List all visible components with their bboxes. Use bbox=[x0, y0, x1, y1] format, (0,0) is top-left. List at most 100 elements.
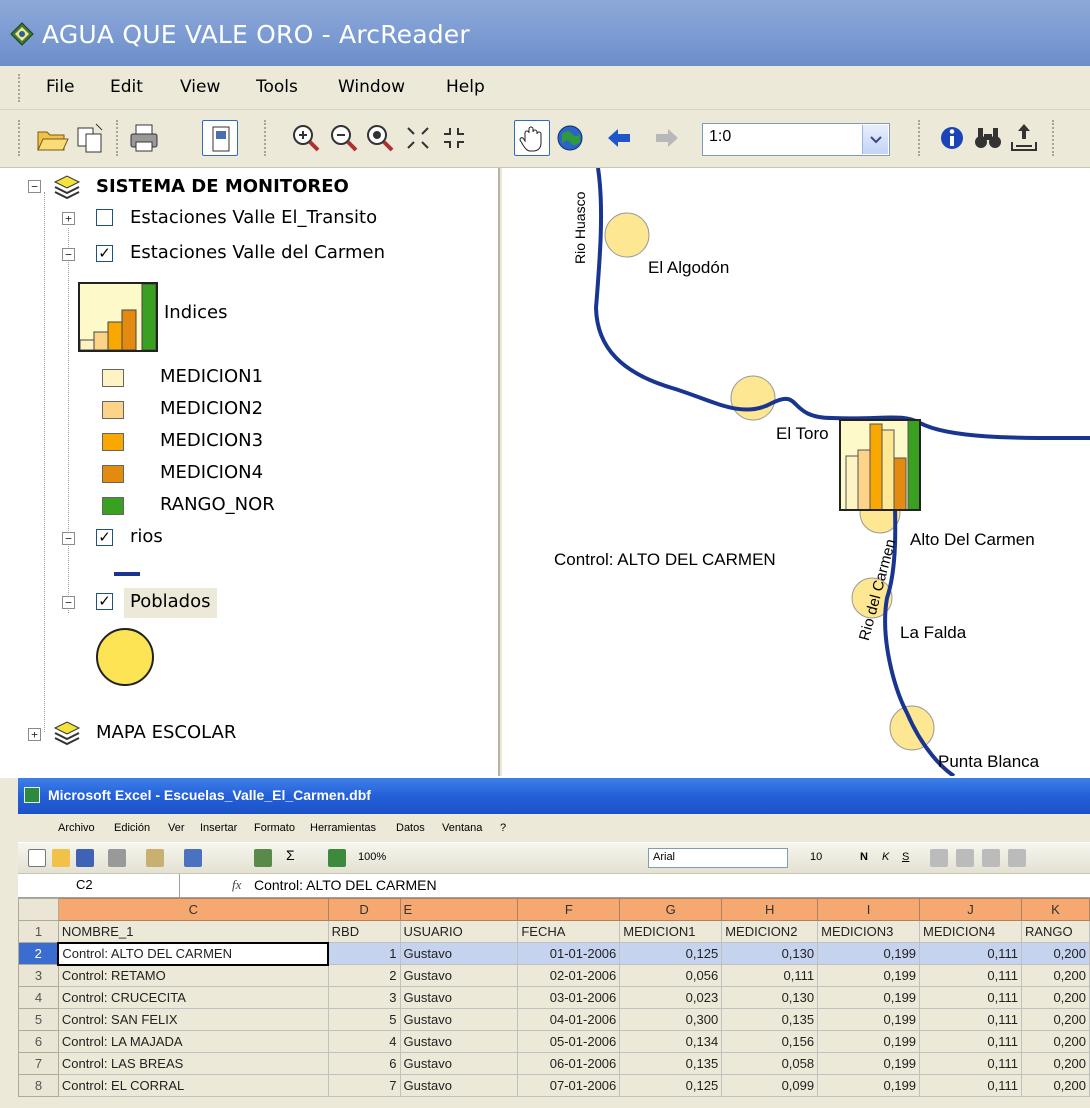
print-icon[interactable] bbox=[108, 849, 126, 867]
table-cell[interactable]: 0,111 bbox=[919, 1008, 1022, 1031]
table-cell[interactable]: 05-01-2006 bbox=[517, 1030, 621, 1053]
toc-root-label[interactable]: SISTEMA DE MONITOREO bbox=[96, 176, 349, 197]
formula-input[interactable]: Control: ALTO DEL CARMEN bbox=[254, 877, 437, 893]
table-cell[interactable]: Gustavo bbox=[399, 964, 519, 987]
table-cell[interactable]: 0,099 bbox=[721, 1074, 819, 1097]
zoom-full-icon[interactable] bbox=[362, 120, 398, 156]
menu-edit[interactable]: Edit bbox=[110, 77, 143, 97]
chevron-down-icon[interactable] bbox=[862, 125, 888, 154]
row-header[interactable]: 3 bbox=[18, 964, 59, 987]
table-cell[interactable]: Control: RETAMO bbox=[57, 964, 329, 987]
table-cell[interactable]: 0,058 bbox=[721, 1052, 819, 1075]
table-cell[interactable]: 1 bbox=[327, 942, 401, 965]
pan-icon[interactable] bbox=[514, 120, 550, 156]
column-header[interactable]: D bbox=[327, 898, 401, 921]
new-icon[interactable] bbox=[28, 849, 46, 867]
layout-view-icon[interactable] bbox=[202, 120, 238, 156]
town-marker[interactable] bbox=[604, 212, 650, 258]
layer-visibility-checkbox[interactable]: ✓ bbox=[96, 529, 113, 546]
table-cell[interactable]: 02-01-2006 bbox=[517, 964, 621, 987]
header-cell[interactable]: RBD bbox=[327, 920, 401, 943]
column-header[interactable]: H bbox=[721, 898, 819, 921]
table-cell[interactable]: 0,200 bbox=[1020, 1074, 1090, 1097]
table-cell[interactable]: 0,199 bbox=[817, 964, 921, 987]
layer-visibility-checkbox[interactable]: ✓ bbox=[96, 245, 113, 262]
menu-window[interactable]: Window bbox=[338, 77, 405, 97]
table-cell[interactable]: 0,130 bbox=[721, 942, 819, 965]
table-cell[interactable]: 06-01-2006 bbox=[517, 1052, 621, 1075]
row-header[interactable]: 5 bbox=[18, 1008, 59, 1031]
header-cell[interactable]: MEDICION2 bbox=[721, 920, 819, 943]
excel-title-bar[interactable]: Microsoft Excel - Escuelas_Valle_El_Carm… bbox=[18, 778, 1090, 814]
table-cell[interactable]: Control: ALTO DEL CARMEN bbox=[57, 941, 330, 966]
underline-button[interactable]: S bbox=[902, 851, 909, 863]
autosum-icon[interactable]: Σ bbox=[286, 847, 295, 863]
excel-menu-help[interactable]: ? bbox=[500, 822, 506, 834]
open-icon[interactable] bbox=[34, 120, 70, 156]
menu-file[interactable]: File bbox=[46, 77, 74, 97]
table-cell[interactable]: Control: LAS BREAS bbox=[57, 1052, 329, 1075]
header-cell[interactable]: FECHA bbox=[517, 920, 621, 943]
header-cell[interactable]: USUARIO bbox=[399, 920, 519, 943]
table-cell[interactable]: 0,200 bbox=[1020, 1030, 1090, 1053]
table-cell[interactable]: 0,135 bbox=[721, 1008, 819, 1031]
table-cell[interactable]: 0,125 bbox=[619, 1074, 723, 1097]
header-cell[interactable]: MEDICION3 bbox=[817, 920, 921, 943]
table-cell[interactable]: 5 bbox=[327, 1008, 401, 1031]
font-name-select[interactable]: Arial bbox=[648, 848, 788, 868]
collapse-root-button[interactable]: − bbox=[28, 180, 41, 193]
layer-rios[interactable]: rios bbox=[130, 526, 163, 547]
merge-center-icon[interactable] bbox=[1008, 849, 1026, 867]
table-cell[interactable]: Gustavo bbox=[399, 1030, 519, 1053]
table-cell[interactable]: 0,111 bbox=[919, 964, 1022, 987]
save-icon[interactable] bbox=[76, 849, 94, 867]
menu-view[interactable]: View bbox=[180, 77, 220, 97]
row-header[interactable]: 4 bbox=[18, 986, 59, 1009]
column-header[interactable]: K bbox=[1020, 898, 1090, 921]
row-header[interactable]: 8 bbox=[18, 1074, 59, 1097]
align-left-icon[interactable] bbox=[930, 849, 948, 867]
forward-arrow-icon[interactable] bbox=[648, 120, 684, 156]
table-cell[interactable]: 2 bbox=[327, 964, 401, 987]
excel-menu-formato[interactable]: Formato bbox=[254, 822, 295, 834]
paste-icon[interactable] bbox=[146, 849, 164, 867]
river-huasco[interactable] bbox=[593, 168, 1090, 441]
table-cell[interactable]: 03-01-2006 bbox=[517, 986, 621, 1009]
zoom-out-icon[interactable] bbox=[326, 120, 362, 156]
row-header[interactable]: 1 bbox=[18, 920, 59, 943]
header-cell[interactable]: RANGO bbox=[1020, 920, 1090, 943]
copy-icon[interactable] bbox=[72, 120, 108, 156]
table-cell[interactable]: 4 bbox=[327, 1030, 401, 1053]
table-cell[interactable]: 0,200 bbox=[1020, 1052, 1090, 1075]
layer-poblados[interactable]: Poblados bbox=[124, 588, 217, 618]
map-view[interactable]: Rio Huasco El Algodón El Toro Alto Del C… bbox=[502, 168, 1090, 776]
excel-menu-edicion[interactable]: Edición bbox=[114, 822, 150, 834]
open-icon[interactable] bbox=[52, 849, 70, 867]
menu-tools[interactable]: Tools bbox=[256, 77, 298, 97]
undo-icon[interactable] bbox=[184, 849, 202, 867]
column-header[interactable]: E bbox=[399, 898, 519, 921]
table-cell[interactable]: 0,111 bbox=[721, 964, 819, 987]
header-cell[interactable]: MEDICION4 bbox=[919, 920, 1022, 943]
excel-menu-datos[interactable]: Datos bbox=[396, 822, 425, 834]
town-marker[interactable] bbox=[730, 375, 776, 421]
table-cell[interactable]: 0,200 bbox=[1020, 942, 1090, 965]
table-cell[interactable]: Gustavo bbox=[399, 1052, 519, 1075]
table-cell[interactable]: 0,300 bbox=[619, 1008, 723, 1031]
select-all-corner[interactable] bbox=[18, 898, 59, 921]
table-cell[interactable]: 0,130 bbox=[721, 986, 819, 1009]
table-cell[interactable]: Gustavo bbox=[399, 942, 519, 965]
collapse-layer-button[interactable]: − bbox=[62, 596, 75, 609]
table-cell[interactable]: 0,199 bbox=[817, 942, 921, 965]
layer-estaciones-carmen[interactable]: Estaciones Valle del Carmen bbox=[130, 242, 385, 263]
fixed-zoom-out-icon[interactable] bbox=[436, 120, 472, 156]
table-cell[interactable]: Control: LA MAJADA bbox=[57, 1030, 329, 1053]
table-cell[interactable]: Gustavo bbox=[399, 1074, 519, 1097]
collapse-layer-button[interactable]: − bbox=[62, 248, 75, 261]
export-icon[interactable] bbox=[1006, 120, 1042, 156]
table-cell[interactable]: 01-01-2006 bbox=[517, 942, 621, 965]
header-cell[interactable]: NOMBRE_1 bbox=[57, 920, 329, 943]
globe-icon[interactable] bbox=[552, 120, 588, 156]
spreadsheet-grid[interactable]: C D E F G H I J K 1 NOMBRE_1 RBD USUARIO FECHA MEDICIO… bbox=[18, 898, 1090, 1097]
find-icon[interactable] bbox=[970, 120, 1006, 156]
